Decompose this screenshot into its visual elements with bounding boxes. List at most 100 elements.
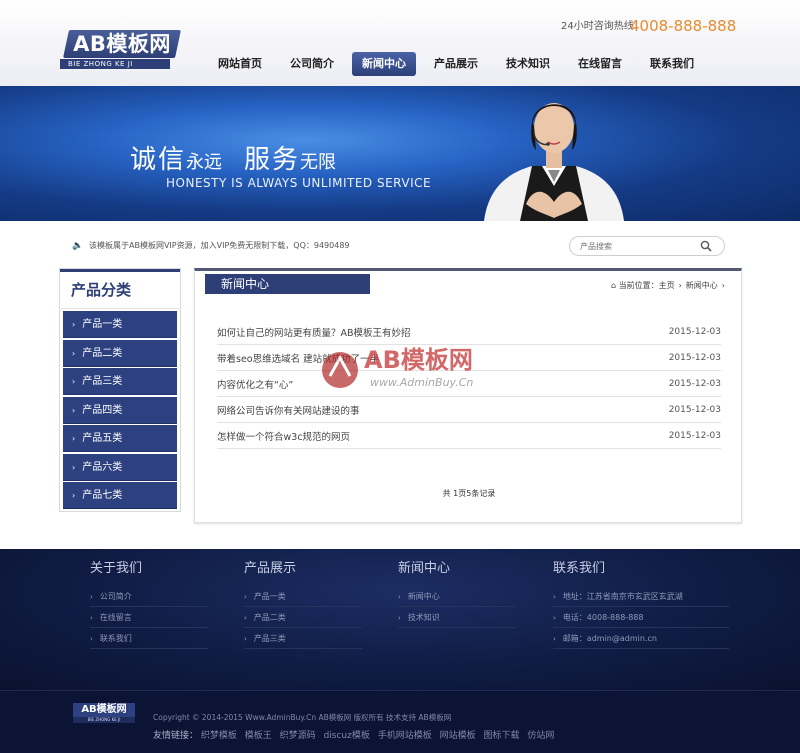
search-box	[569, 236, 725, 256]
chevron-right-icon: ›	[553, 635, 556, 643]
nav-item-tech[interactable]: 技术知识	[496, 52, 560, 76]
main-nav: 网站首页 公司简介 新闻中心 产品展示 技术知识 在线留言 联系我们	[208, 52, 712, 76]
breadcrumb-home[interactable]: 主页	[659, 281, 675, 290]
nav-item-news[interactable]: 新闻中心	[352, 52, 416, 76]
chevron-right-icon: ›	[90, 614, 93, 622]
footer-col-contact: 联系我们 › 地址：江苏省南京市玄武区玄武湖 › 电话：4008-888-888 ›…	[553, 561, 729, 649]
sidebar-item-2[interactable]: › 产品二类	[63, 339, 177, 367]
notice-text: 该模板属于AB模板网VIP资源，加入VIP免费无限制下载，QQ：9490489	[89, 241, 350, 250]
chevron-right-icon: ›	[72, 320, 76, 329]
footer-bottom-bar: AB模板网 BIE ZHONG KE JI Copyright © 2014-2…	[0, 690, 800, 753]
friend-link[interactable]: 手机网站模板	[378, 731, 432, 741]
footer-link[interactable]: › 产品一类	[244, 586, 362, 607]
chevron-right-icon: ›	[72, 434, 76, 443]
chevron-right-icon: ›	[553, 593, 556, 601]
chevron-right-icon: ›	[72, 462, 76, 472]
banner-slogan: 诚信永远 服务无限	[130, 145, 337, 175]
copyright-text: Copyright © 2014-2015 Www.AdminBuy.Cn AB…	[153, 713, 452, 722]
site-header: AB模板网 BIE ZHONG KE JI 24小时咨询热线： 4008-888…	[0, 0, 800, 86]
footer-col-title: 联系我们	[553, 561, 606, 576]
chevron-right-icon: ›	[721, 281, 725, 290]
panel-title: 新闻中心	[205, 274, 370, 294]
svg-text:www.AdminBuy.Cn: www.AdminBuy.Cn	[370, 376, 473, 389]
sidebar-item-1[interactable]: › 产品一类	[63, 311, 177, 338]
chevron-right-icon: ›	[72, 348, 76, 358]
nav-item-message[interactable]: 在线留言	[568, 52, 632, 76]
footer-col-about: 关于我们 › 公司简介 › 在线留言 › 联系我们	[90, 561, 208, 649]
breadcrumb-current[interactable]: 新闻中心	[686, 281, 718, 290]
friend-link[interactable]: 仿站网	[527, 731, 554, 741]
footer-col-title: 产品展示	[244, 561, 297, 576]
product-category-sidebar: 产品分类 › 产品一类 › 产品二类 › 产品三类 › 产品四类 › 产品五类 › 产品六类…	[59, 268, 181, 512]
news-title[interactable]: 如何让自己的网站更有质量？AB模板王有妙招	[217, 325, 411, 339]
news-date: 2015-12-03	[668, 352, 721, 363]
breadcrumb: ⌂ 当前位置：主页 › 新闻中心 ›	[610, 281, 725, 290]
chevron-right-icon: ›	[90, 635, 93, 643]
friend-link[interactable]: 模板王	[245, 731, 272, 741]
friend-link[interactable]: 织梦模板	[201, 731, 237, 741]
footer-col-title: 关于我们	[90, 561, 143, 576]
chevron-right-icon: ›	[678, 281, 682, 290]
nav-item-contact[interactable]: 联系我们	[640, 52, 704, 76]
logo-text: AB模板网	[73, 32, 171, 56]
watermark-logo: AB模板网 www.AdminBuy.Cn	[322, 346, 473, 389]
sidebar-title: 产品分类	[60, 269, 180, 309]
footer-link[interactable]: › 联系我们	[90, 628, 208, 649]
footer-contact-email[interactable]: › 邮箱：admin@admin.cn	[553, 628, 729, 649]
footer-col-title: 新闻中心	[398, 561, 451, 576]
sidebar-item-3[interactable]: › 产品三类	[63, 368, 177, 395]
footer-contact-phone: › 电话：4008-888-888	[553, 607, 729, 628]
chevron-right-icon: ›	[72, 491, 76, 500]
footer-link[interactable]: › 在线留言	[90, 607, 208, 628]
friend-link[interactable]: 网站模板	[440, 731, 476, 741]
friend-links: 友情链接： 织梦模板 模板王 织梦源码 discuz模板 手机网站模板 网站模板…	[153, 728, 559, 741]
news-title[interactable]: 怎样做一个符合w3c规范的网页	[217, 429, 350, 443]
chevron-right-icon: ›	[90, 593, 93, 601]
footer-contact-address: › 地址：江苏省南京市玄武区玄武湖	[553, 586, 729, 607]
chevron-right-icon: ›	[398, 614, 401, 622]
svg-text:AB模板网: AB模板网	[364, 346, 473, 374]
chevron-right-icon: ›	[553, 614, 556, 622]
nav-item-products[interactable]: 产品展示	[424, 52, 488, 76]
search-input[interactable]	[580, 239, 690, 253]
speaker-icon: 🔈	[72, 241, 84, 251]
footer-logo[interactable]: AB模板网 BIE ZHONG KE JI	[73, 703, 135, 725]
news-date: 2015-12-03	[668, 404, 721, 415]
sidebar-item-5[interactable]: › 产品五类	[63, 425, 177, 452]
chevron-right-icon: ›	[244, 593, 247, 601]
chevron-right-icon: ›	[244, 614, 247, 622]
footer-col-products: 产品展示 › 产品一类 › 产品二类 › 产品三类	[244, 561, 362, 649]
footer-link[interactable]: › 技术知识	[398, 607, 516, 628]
search-icon[interactable]	[700, 240, 712, 252]
chevron-right-icon: ›	[72, 377, 76, 386]
nav-item-about[interactable]: 公司简介	[280, 52, 344, 76]
home-icon: ⌂	[610, 281, 617, 290]
news-date: 2015-12-03	[668, 326, 721, 337]
logo-subtext: BIE ZHONG KE JI	[60, 59, 170, 69]
friend-link[interactable]: discuz模板	[324, 731, 370, 741]
friend-link[interactable]: 织梦源码	[280, 731, 316, 741]
news-title[interactable]: 内容优化之有“心”	[217, 377, 293, 391]
chevron-right-icon: ›	[72, 405, 76, 415]
list-item[interactable]: 怎样做一个符合w3c规范的网页 2015-12-03	[217, 423, 721, 449]
sidebar-item-6[interactable]: › 产品六类	[63, 453, 177, 481]
friend-links-label: 友情链接：	[153, 731, 199, 741]
site-logo[interactable]: AB模板网 BIE ZHONG KE JI	[60, 30, 181, 70]
site-footer: 关于我们 › 公司简介 › 在线留言 › 联系我们 产品展示 › 产品一类 › 产品二类 …	[0, 549, 800, 690]
banner-subtitle: HONESTY IS ALWAYS UNLIMITED SERVICE	[166, 176, 432, 190]
friend-link[interactable]: 图标下载	[484, 731, 520, 741]
footer-col-news: 新闻中心 › 新闻中心 › 技术知识	[398, 561, 516, 628]
nav-item-home[interactable]: 网站首页	[208, 52, 272, 76]
chevron-right-icon: ›	[244, 635, 247, 643]
footer-link[interactable]: › 产品三类	[244, 628, 362, 649]
footer-link[interactable]: › 公司简介	[90, 586, 208, 607]
hotline-number: 4008-888-888	[630, 17, 737, 35]
footer-link[interactable]: › 新闻中心	[398, 586, 516, 607]
footer-link[interactable]: › 产品二类	[244, 607, 362, 628]
customer-service-woman-image	[484, 103, 624, 221]
news-date: 2015-12-03	[668, 378, 721, 389]
sidebar-item-7[interactable]: › 产品七类	[63, 482, 177, 509]
hero-banner: 诚信永远 服务无限 HONESTY IS ALWAYS UNLIMITED SER…	[0, 86, 800, 221]
news-date: 2015-12-03	[668, 430, 721, 441]
sidebar-item-4[interactable]: › 产品四类	[63, 396, 177, 424]
